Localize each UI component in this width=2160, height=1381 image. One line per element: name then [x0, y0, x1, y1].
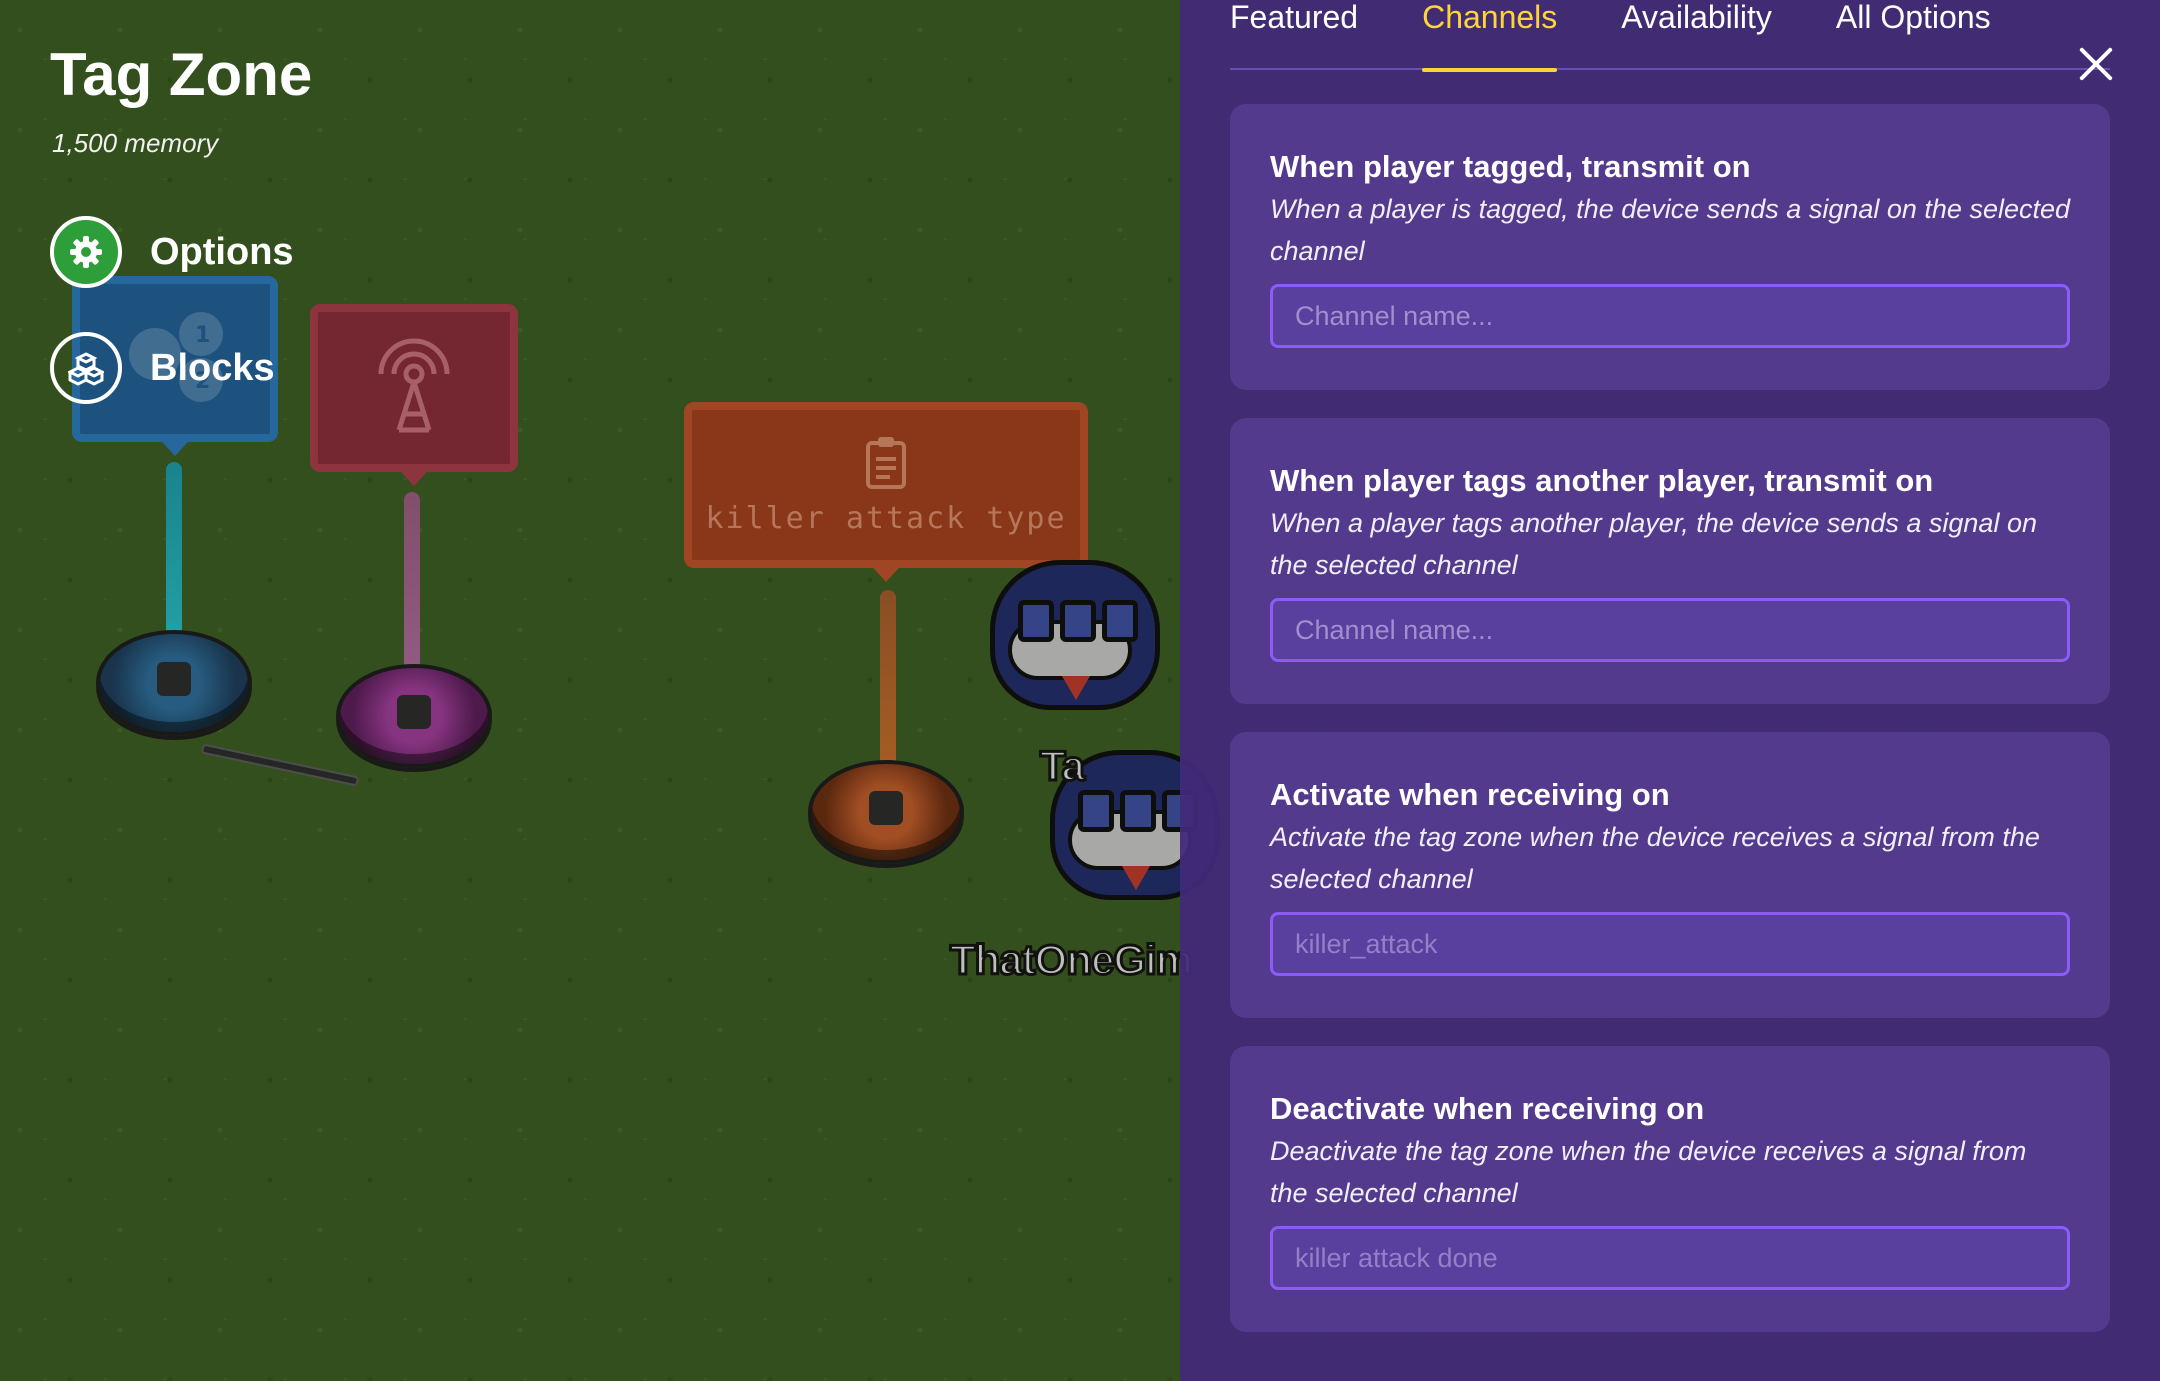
channel-card-deactivate: Deactivate when receiving on Deactivate … [1230, 1046, 2110, 1332]
channel-input-deactivate[interactable]: killer attack done [1270, 1226, 2070, 1290]
channel-card-tags-another: When player tags another player, transmi… [1230, 418, 2110, 704]
channel-input-activate[interactable]: killer_attack [1270, 912, 2070, 976]
device-settings-panel: Featured Channels Availability All Optio… [1180, 0, 2160, 1381]
channel-title: Deactivate when receiving on [1270, 1091, 1705, 1126]
channel-card-tagged: When player tagged, transmit on When a p… [1230, 104, 2110, 390]
settings-tabs: Featured Channels Availability All Optio… [1230, 0, 2110, 72]
options-circle [50, 216, 122, 288]
options-label: Options [150, 230, 294, 273]
blocks-icon [68, 352, 104, 386]
channel-description: When a player is tagged, the device send… [1270, 194, 2071, 266]
device-memory: 1,500 memory [52, 128, 219, 158]
channel-description: Deactivate the tag zone when the device … [1270, 1136, 2027, 1208]
channel-description: Activate the tag zone when the device re… [1270, 822, 2040, 894]
blocks-label: Blocks [150, 346, 275, 389]
tab-all-options[interactable]: All Options [1836, 0, 1991, 70]
gear-icon [70, 236, 102, 268]
channel-title: Activate when receiving on [1270, 777, 1670, 812]
channel-description: When a player tags another player, the d… [1270, 508, 2037, 580]
device-title: Tag Zone [50, 41, 313, 108]
channel-input-tagged[interactable]: Channel name... [1270, 284, 2070, 348]
channel-title: When player tags another player, transmi… [1270, 463, 1934, 498]
channel-title: When player tagged, transmit on [1270, 149, 1751, 184]
blocks-circle [50, 332, 122, 404]
tab-availability[interactable]: Availability [1621, 0, 1772, 70]
blocks-button[interactable]: Blocks [50, 332, 275, 404]
channel-input-tags-another[interactable]: Channel name... [1270, 598, 2070, 662]
channel-card-activate: Activate when receiving on Activate the … [1230, 732, 2110, 1018]
close-icon[interactable] [2076, 44, 2116, 84]
tab-channels[interactable]: Channels [1422, 0, 1558, 72]
options-button[interactable]: Options [50, 216, 294, 288]
tab-featured[interactable]: Featured [1230, 0, 1358, 70]
